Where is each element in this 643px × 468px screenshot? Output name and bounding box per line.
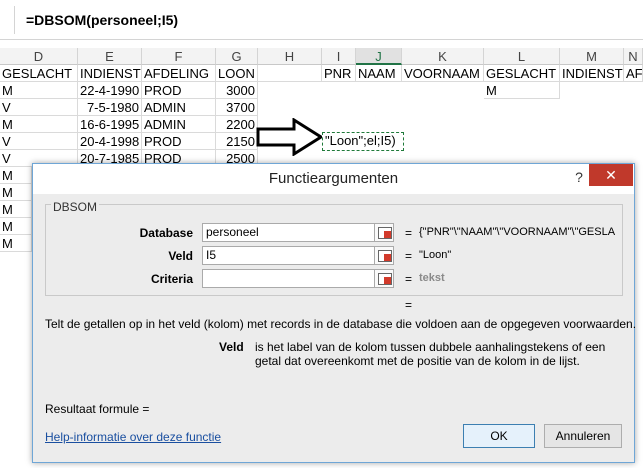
- close-button[interactable]: ✕: [589, 164, 633, 186]
- function-description: Telt de getallen op in het veld (kolom) …: [45, 317, 637, 331]
- active-cell[interactable]: "Loon";el;I5): [322, 132, 404, 151]
- header-cell[interactable]: GESLACHT: [484, 65, 560, 82]
- formula-bar-divider: [14, 6, 15, 34]
- header-cell[interactable]: INDIENST: [78, 65, 142, 82]
- table-cell[interactable]: M: [0, 201, 32, 218]
- equals-sign: =: [405, 249, 413, 263]
- argument-help-name: Veld: [219, 340, 244, 354]
- veld-label: Veld: [168, 249, 193, 263]
- table-cell[interactable]: V: [0, 99, 78, 116]
- criteria-result: tekst: [419, 272, 445, 284]
- database-input[interactable]: personeel: [202, 223, 376, 242]
- table-cell[interactable]: 20-4-1998: [78, 133, 142, 150]
- column-header-i[interactable]: I: [322, 48, 356, 65]
- formula-bar[interactable]: =DBSOM(personeel;I5): [0, 0, 643, 40]
- ok-button[interactable]: OK: [463, 424, 535, 448]
- header-cell[interactable]: INDIENST: [560, 65, 624, 82]
- dialog-titlebar[interactable]: Functieargumenten ? ✕: [33, 164, 634, 194]
- database-label: Database: [139, 226, 193, 240]
- table-cell[interactable]: 3000: [216, 82, 258, 99]
- column-header-l[interactable]: L: [484, 48, 560, 65]
- function-name-label: DBSOM: [51, 200, 100, 214]
- collapse-dialog-icon[interactable]: [374, 246, 394, 265]
- header-cell[interactable]: PNR: [322, 65, 356, 82]
- table-cell[interactable]: 2150: [216, 133, 258, 150]
- column-header-e[interactable]: E: [78, 48, 142, 65]
- arrow-right-icon: [256, 118, 324, 156]
- function-arguments-dialog: Functieargumenten ? ✕ DBSOM Database per…: [32, 163, 637, 463]
- criteria-label: Criteria: [150, 272, 193, 286]
- header-cell[interactable]: [258, 65, 322, 82]
- table-cell[interactable]: M: [0, 116, 78, 133]
- veld-result: "Loon": [419, 249, 452, 261]
- argument-help-text: getal dat overeenkomt met de positie van…: [255, 354, 580, 368]
- table-cell[interactable]: V: [0, 133, 78, 150]
- argument-help-text: is het label van de kolom tussen dubbele…: [255, 340, 606, 354]
- column-header-f[interactable]: F: [142, 48, 216, 65]
- equals-sign: =: [405, 272, 413, 286]
- help-icon[interactable]: ?: [571, 166, 587, 188]
- table-cell[interactable]: M: [0, 235, 32, 252]
- table-cell[interactable]: PROD: [142, 133, 216, 150]
- database-result: {"PNR"\"NAAM"\"VOORNAAM"\"GESLA: [419, 226, 616, 238]
- column-header-m[interactable]: M: [560, 48, 624, 65]
- table-cell[interactable]: 3700: [216, 99, 258, 116]
- table-cell[interactable]: M: [0, 184, 32, 201]
- header-cell[interactable]: VOORNAAM: [402, 65, 484, 82]
- table-cell[interactable]: M: [0, 218, 32, 235]
- column-header-h[interactable]: H: [258, 48, 322, 65]
- column-header-g[interactable]: G: [216, 48, 258, 65]
- help-link[interactable]: Help-informatie over deze functie: [45, 430, 221, 444]
- table-cell[interactable]: M: [0, 167, 32, 184]
- column-header-d[interactable]: D: [0, 48, 78, 65]
- formula-text[interactable]: =DBSOM(personeel;I5): [26, 12, 178, 28]
- cancel-button[interactable]: Annuleren: [544, 424, 622, 448]
- dialog-title: Functieargumenten: [268, 170, 399, 187]
- table-cell[interactable]: ADMIN: [142, 116, 216, 133]
- column-header-n[interactable]: N: [624, 48, 643, 65]
- table-cell[interactable]: PROD: [142, 82, 216, 99]
- header-cell[interactable]: GESLACHT: [0, 65, 78, 82]
- criteria-input[interactable]: [202, 269, 376, 288]
- table-cell[interactable]: 2200: [216, 116, 258, 133]
- table-cell[interactable]: 16-6-1995: [78, 116, 142, 133]
- table-cell-l2[interactable]: M: [484, 82, 560, 99]
- header-cell[interactable]: LOON: [216, 65, 258, 82]
- column-header-k[interactable]: K: [402, 48, 484, 65]
- equals-sign: =: [405, 226, 413, 240]
- header-cell[interactable]: AFDELING: [142, 65, 216, 82]
- function-result-equals: =: [405, 298, 413, 312]
- header-cell[interactable]: NAAM: [356, 65, 402, 82]
- table-cell[interactable]: ADMIN: [142, 99, 216, 116]
- table-cell[interactable]: 22-4-1990: [78, 82, 142, 99]
- formula-result-label: Resultaat formule =: [45, 402, 150, 416]
- table-cell[interactable]: 7-5-1980: [78, 99, 142, 116]
- collapse-dialog-icon[interactable]: [374, 223, 394, 242]
- column-header-j[interactable]: J: [356, 48, 402, 65]
- veld-input[interactable]: I5: [202, 246, 376, 265]
- header-cell[interactable]: AF: [624, 65, 643, 82]
- collapse-dialog-icon[interactable]: [374, 269, 394, 288]
- table-cell[interactable]: M: [0, 82, 78, 99]
